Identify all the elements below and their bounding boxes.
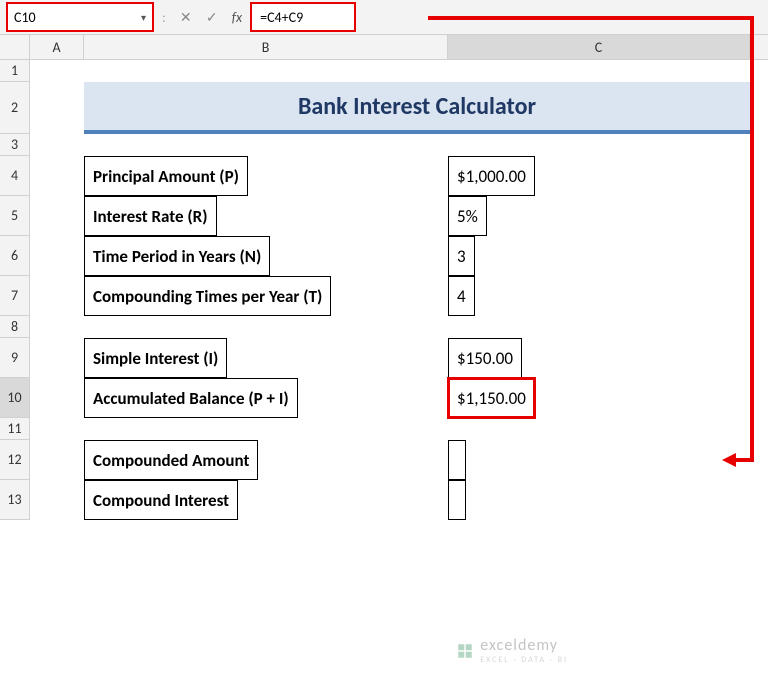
cell-B6[interactable]: Time Period in Years (N) xyxy=(84,236,448,276)
cell-B10[interactable]: Accumulated Balance (P + I) xyxy=(84,378,448,418)
cell-B3[interactable] xyxy=(84,134,448,156)
col-header-C[interactable]: C xyxy=(448,35,750,59)
cell-B12[interactable]: Compounded Amount xyxy=(84,440,448,480)
row-header-7[interactable]: 7 xyxy=(0,276,30,316)
rows: 1 2 Bank Interest Calculator 3 4 Princip… xyxy=(0,60,768,520)
annotation-arrow-icon xyxy=(722,453,736,467)
cell-C10[interactable]: $1,150.00 xyxy=(448,378,750,418)
separator: : xyxy=(156,9,172,26)
spreadsheet-grid: A B C 1 2 Bank Interest Calculator 3 4 xyxy=(0,35,768,520)
cell-A12[interactable] xyxy=(30,440,84,480)
logo-icon xyxy=(456,642,474,660)
formula-input[interactable]: =C4+C9 xyxy=(250,2,356,32)
cell-A8[interactable] xyxy=(30,316,84,338)
rate-label: Interest Rate (R) xyxy=(84,196,217,236)
cell-A1[interactable] xyxy=(30,60,84,82)
fx-icon[interactable]: fx xyxy=(226,9,248,26)
cell-A7[interactable] xyxy=(30,276,84,316)
principal-currency: $ xyxy=(457,166,466,187)
compounded-label: Compounded Amount xyxy=(84,440,258,480)
watermark-brand: exceldemy xyxy=(480,636,568,655)
watermark: exceldemy EXCEL · DATA · BI xyxy=(456,636,568,665)
cell-B7[interactable]: Compounding Times per Year (T) xyxy=(84,276,448,316)
cell-C6[interactable]: 3 xyxy=(448,236,750,276)
cell-A2[interactable] xyxy=(30,82,84,134)
row-header-3[interactable]: 3 xyxy=(0,134,30,156)
column-headers: A B C xyxy=(0,35,768,60)
row-header-6[interactable]: 6 xyxy=(0,236,30,276)
col-header-B[interactable]: B xyxy=(84,35,448,59)
col-header-A[interactable]: A xyxy=(30,35,84,59)
cell-C8[interactable] xyxy=(448,316,750,338)
years-label: Time Period in Years (N) xyxy=(84,236,270,276)
cell-B5[interactable]: Interest Rate (R) xyxy=(84,196,448,236)
principal-value: 1,000.00 xyxy=(466,166,526,187)
title-cell[interactable]: Bank Interest Calculator xyxy=(84,82,750,134)
accum-currency: $ xyxy=(457,388,466,409)
row-header-11[interactable]: 11 xyxy=(0,418,30,440)
simple-label: Simple Interest (I) xyxy=(84,338,227,378)
row-header-4[interactable]: 4 xyxy=(0,156,30,196)
chevron-down-icon[interactable]: ▾ xyxy=(141,11,146,24)
simple-value: 150.00 xyxy=(466,348,513,369)
cell-C3[interactable] xyxy=(448,134,750,156)
select-all-corner[interactable] xyxy=(0,35,30,59)
name-box-value: C10 xyxy=(14,9,36,26)
cell-A10[interactable] xyxy=(30,378,84,418)
cell-C5[interactable]: 5% xyxy=(448,196,750,236)
cell-C4[interactable]: $1,000.00 xyxy=(448,156,750,196)
years-value: 3 xyxy=(457,246,466,267)
cell-B1[interactable] xyxy=(84,60,448,82)
title-text: Bank Interest Calculator xyxy=(298,92,536,121)
cell-A11[interactable] xyxy=(30,418,84,440)
enter-icon[interactable]: ✓ xyxy=(200,5,224,29)
principal-label: Principal Amount (P) xyxy=(84,156,248,196)
cell-A3[interactable] xyxy=(30,134,84,156)
formula-text: =C4+C9 xyxy=(260,9,303,26)
watermark-tagline: EXCEL · DATA · BI xyxy=(480,655,568,665)
cell-A9[interactable] xyxy=(30,338,84,378)
annotation-line xyxy=(734,458,754,462)
annotation-line xyxy=(428,16,754,20)
compound-int-label: Compound Interest xyxy=(84,480,238,520)
row-header-8[interactable]: 8 xyxy=(0,316,30,338)
cell-A6[interactable] xyxy=(30,236,84,276)
cell-B9[interactable]: Simple Interest (I) xyxy=(84,338,448,378)
row-header-10[interactable]: 10 xyxy=(0,378,30,418)
cell-A13[interactable] xyxy=(30,480,84,520)
row-header-13[interactable]: 13 xyxy=(0,480,30,520)
cell-A5[interactable] xyxy=(30,196,84,236)
cell-B13[interactable]: Compound Interest xyxy=(84,480,448,520)
rate-value: 5% xyxy=(457,206,478,227)
cell-C7[interactable]: 4 xyxy=(448,276,750,316)
cancel-icon[interactable]: ✕ xyxy=(174,5,198,29)
compounding-value: 4 xyxy=(457,286,466,307)
row-header-2[interactable]: 2 xyxy=(0,82,30,134)
cell-B4[interactable]: Principal Amount (P) xyxy=(84,156,448,196)
row-header-9[interactable]: 9 xyxy=(0,338,30,378)
row-header-1[interactable]: 1 xyxy=(0,60,30,82)
cell-C12[interactable] xyxy=(448,440,750,480)
cell-A4[interactable] xyxy=(30,156,84,196)
cell-C11[interactable] xyxy=(448,418,750,440)
annotation-line xyxy=(750,16,754,460)
row-header-5[interactable]: 5 xyxy=(0,196,30,236)
accum-label: Accumulated Balance (P + I) xyxy=(84,378,298,418)
name-box[interactable]: C10 ▾ xyxy=(6,2,154,32)
cell-C13[interactable] xyxy=(448,480,750,520)
cell-C9[interactable]: $150.00 xyxy=(448,338,750,378)
cell-B8[interactable] xyxy=(84,316,448,338)
compounding-label: Compounding Times per Year (T) xyxy=(84,276,331,316)
accum-value: 1,150.00 xyxy=(466,388,526,409)
cell-B11[interactable] xyxy=(84,418,448,440)
cell-C1[interactable] xyxy=(448,60,750,82)
simple-currency: $ xyxy=(457,348,466,369)
row-header-12[interactable]: 12 xyxy=(0,440,30,480)
